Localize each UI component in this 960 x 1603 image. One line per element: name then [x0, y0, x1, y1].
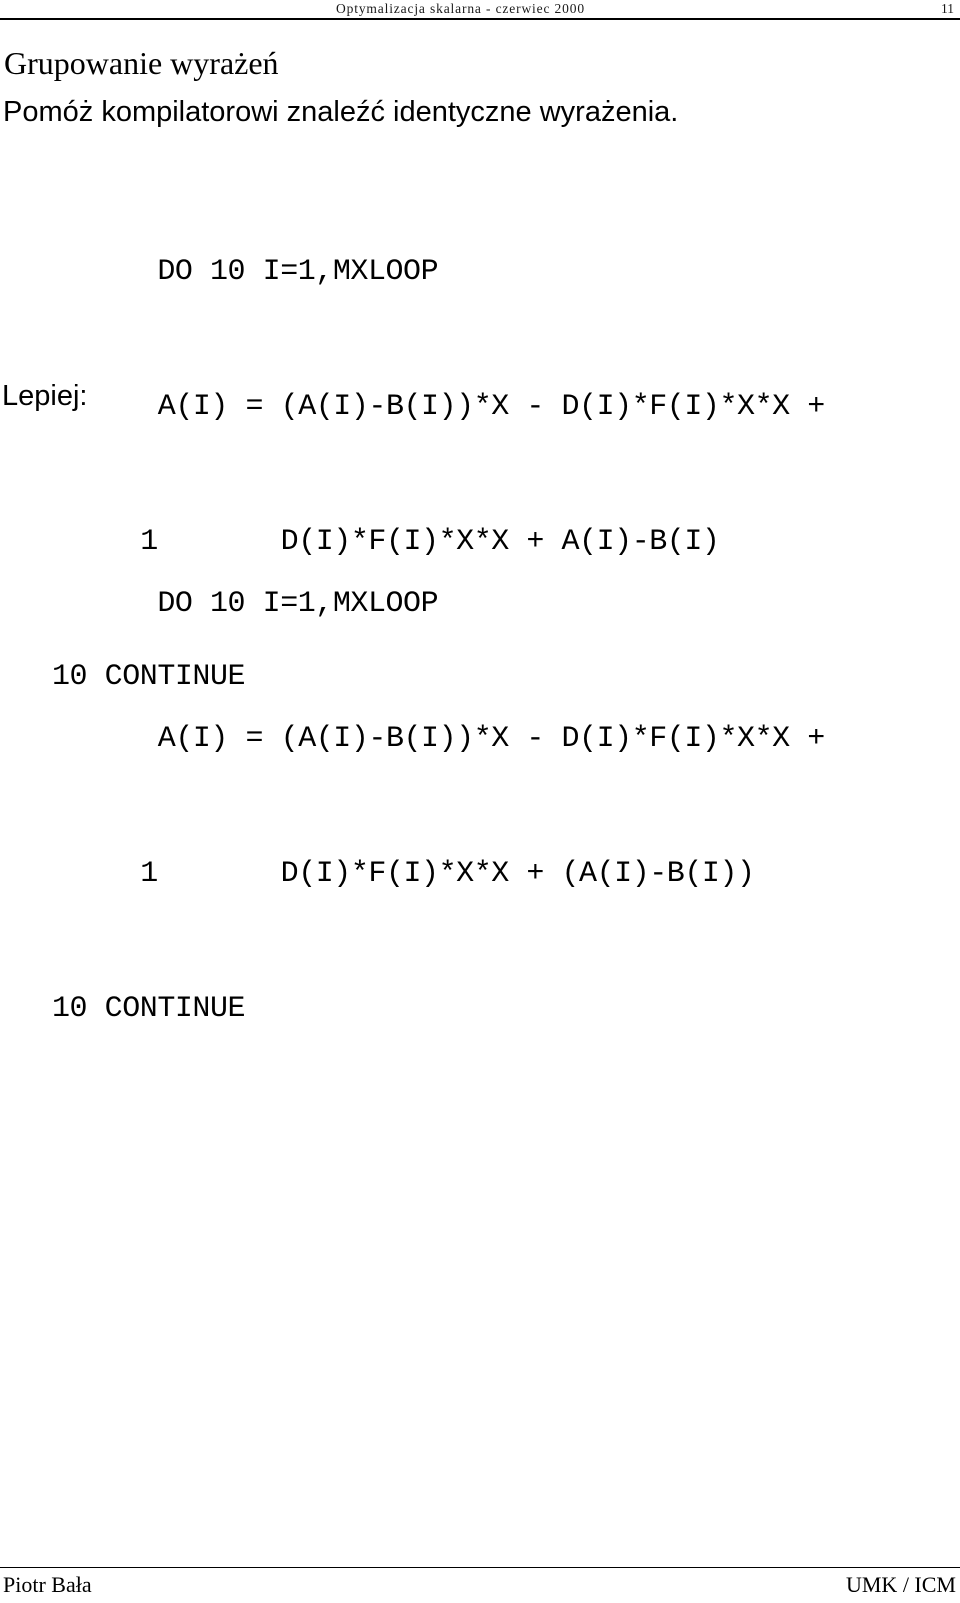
slide-subtitle: Pomóż kompilatorowi znaleźć identyczne w…: [3, 96, 679, 128]
code-line: 10 CONTINUE: [52, 992, 246, 1026]
lepiej-label: Lepiej:: [2, 380, 88, 412]
code-line: 1 D(I)*F(I)*X*X + (A(I)-B(I)): [70, 857, 755, 891]
code-block-improved: DO 10 I=1,MXLOOP A(I) = (A(I)-B(I))*X - …: [0, 492, 825, 1077]
footer-rule: [0, 1567, 960, 1569]
code-line: A(I) = (A(I)-B(I))*X - D(I)*F(I)*X*X +: [70, 722, 825, 756]
code-line: DO 10 I=1,MXLOOP: [52, 255, 439, 289]
header-rule: [0, 18, 960, 20]
code-line: DO 10 I=1,MXLOOP: [52, 587, 439, 621]
page-title: Grupowanie wyrażeń: [4, 45, 279, 81]
footer-affiliation: UMK / ICM: [845, 1572, 956, 1597]
header-page-number: 11: [941, 1, 954, 16]
header-title: Optymalizacja skalarna - czerwiec 2000: [336, 1, 585, 16]
footer-author: Piotr Bała: [3, 1572, 92, 1597]
code-line: A(I) = (A(I)-B(I))*X - D(I)*F(I)*X*X +: [70, 390, 825, 424]
